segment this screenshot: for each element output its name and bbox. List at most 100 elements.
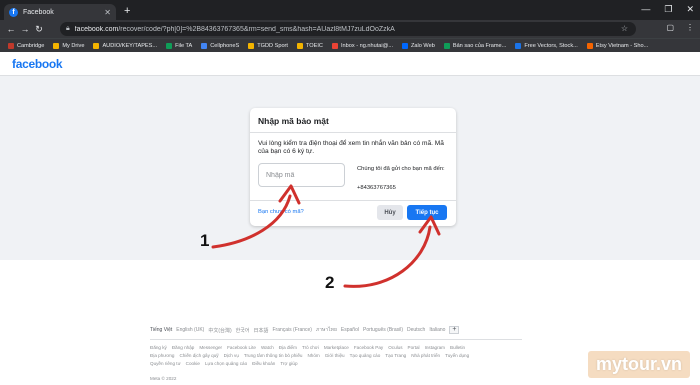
watermark-logo: mytour.vn bbox=[587, 351, 690, 378]
url-path: /recover/code/?ph[0]=%2B84363767365&rm=s… bbox=[118, 25, 395, 33]
language-link[interactable]: Deutsch bbox=[407, 327, 425, 333]
footer-link[interactable]: Trợ giúp bbox=[280, 360, 297, 368]
footer-links-row: Địa phương Chiến dịch gây quỹ Dịch vụ Trung… bbox=[150, 352, 550, 360]
extension-icon[interactable]: ▢ bbox=[666, 23, 674, 32]
language-link[interactable]: 日本語 bbox=[253, 327, 268, 334]
language-link[interactable]: Español bbox=[341, 327, 359, 333]
footer-link[interactable]: Điều khoản bbox=[252, 360, 275, 368]
security-code-input[interactable] bbox=[258, 163, 345, 187]
footer-links-row: Đăng ký Đăng nhập Messenger Facebook Lite Wa… bbox=[150, 344, 550, 352]
footer-link[interactable]: Marketplace bbox=[324, 344, 349, 352]
bookmark-item[interactable]: My Drive bbox=[53, 42, 84, 49]
bookmark-item[interactable]: TGDD Sport bbox=[248, 42, 288, 49]
footer-link[interactable]: Dịch vụ bbox=[224, 352, 239, 360]
browser-toolbar: ← → ↻ 🔒︎ facebook.com/recover/code/?ph[0… bbox=[0, 20, 700, 38]
language-link[interactable]: English (UK) bbox=[176, 327, 204, 333]
footer-link[interactable]: Instagram bbox=[425, 344, 445, 352]
language-link[interactable]: 中文(台灣) bbox=[208, 327, 231, 334]
bookmark-favicon-icon bbox=[296, 42, 303, 49]
bookmark-label: Etsy Vietnam - Sho... bbox=[595, 42, 649, 49]
facebook-logo[interactable]: facebook bbox=[12, 57, 63, 71]
restore-icon[interactable]: ❐ bbox=[664, 4, 672, 15]
language-link[interactable]: Português (Brasil) bbox=[363, 327, 403, 333]
bookmark-item[interactable]: Cambridge bbox=[8, 42, 45, 49]
footer-link[interactable]: Bulletin bbox=[450, 344, 465, 352]
bookmark-favicon-icon bbox=[53, 42, 60, 49]
bookmark-favicon-icon bbox=[93, 42, 100, 49]
footer-link[interactable]: Tạo Trang bbox=[385, 352, 406, 360]
lock-icon: 🔒︎ bbox=[66, 25, 70, 32]
language-link[interactable]: Français (France) bbox=[273, 327, 312, 333]
divider bbox=[250, 200, 456, 201]
bookmark-favicon-icon bbox=[402, 42, 408, 49]
footer-link[interactable]: Tạo quảng cáo bbox=[350, 352, 381, 360]
window-close-icon[interactable]: ✕ bbox=[686, 4, 694, 15]
bookmark-label: Cambridge bbox=[17, 42, 45, 49]
footer-link[interactable]: Lựa chọn quảng cáo bbox=[205, 360, 247, 368]
footer-link[interactable]: Cookie bbox=[186, 360, 200, 368]
footer-link[interactable]: Địa phương bbox=[150, 352, 174, 360]
bookmark-star-icon[interactable]: ☆ bbox=[621, 24, 628, 33]
language-link[interactable]: Tiếng Việt bbox=[150, 327, 172, 333]
cancel-button[interactable]: Hủy bbox=[377, 205, 403, 220]
footer-link[interactable]: Tuyển dụng bbox=[445, 352, 469, 360]
browser-tab[interactable]: f Facebook ✕ bbox=[4, 4, 116, 20]
footer-link[interactable]: Messenger bbox=[199, 344, 222, 352]
footer-link[interactable]: Đăng ký bbox=[150, 344, 167, 352]
divider bbox=[250, 132, 456, 133]
bookmark-label: File TA bbox=[175, 42, 193, 49]
footer-link[interactable]: Trung tâm thông tin bỏ phiếu bbox=[244, 352, 303, 360]
tab-close-icon[interactable]: ✕ bbox=[104, 8, 111, 17]
url-text: facebook.com/recover/code/?ph[0]=%2B8436… bbox=[75, 26, 395, 33]
bookmark-item[interactable]: Bản sao của Frame... bbox=[443, 42, 507, 49]
no-code-link[interactable]: Bạn chưa có mã? bbox=[258, 209, 304, 215]
bookmark-item[interactable]: Etsy Vietnam - Sho... bbox=[586, 42, 649, 49]
toolbar-right: ▢ ⋮ bbox=[666, 23, 694, 32]
bookmark-item[interactable]: Zalo Web bbox=[402, 42, 435, 49]
step-1-label: 1 bbox=[200, 231, 210, 250]
bookmark-item[interactable]: AUDIO/KEY/TAPES... bbox=[93, 42, 157, 49]
continue-button[interactable]: Tiếp tục bbox=[407, 205, 447, 220]
bookmark-favicon-icon bbox=[586, 42, 593, 49]
footer-link[interactable]: Facebook Lite bbox=[227, 344, 256, 352]
bookmark-favicon-icon bbox=[201, 42, 208, 49]
language-link[interactable]: ภาษาไทย bbox=[316, 326, 337, 334]
footer: Tiếng Việt English (UK) 中文(台灣) 한국어 日本語 França… bbox=[150, 326, 550, 381]
address-bar[interactable]: 🔒︎ facebook.com/recover/code/?ph[0]=%2B8… bbox=[60, 22, 636, 36]
menu-icon[interactable]: ⋮ bbox=[686, 23, 694, 32]
facebook-header: facebook bbox=[0, 52, 700, 76]
back-arrow-icon[interactable]: ← bbox=[4, 24, 18, 34]
bookmark-label: Bản sao của Frame... bbox=[452, 42, 507, 49]
footer-link[interactable]: Quyền riêng tư bbox=[150, 360, 181, 368]
reload-icon[interactable]: ↻ bbox=[32, 24, 46, 35]
footer-link[interactable]: Trò chơi bbox=[302, 344, 319, 352]
footer-link[interactable]: Nhà phát triển bbox=[411, 352, 440, 360]
bookmark-label: TGDD Sport bbox=[257, 42, 288, 49]
bookmark-favicon-icon bbox=[166, 42, 173, 49]
language-link[interactable]: 한국어 bbox=[236, 327, 250, 334]
bookmark-item[interactable]: TOEIC bbox=[296, 42, 323, 49]
bookmark-item[interactable]: CellphoneS bbox=[201, 42, 239, 49]
new-tab-button[interactable]: + bbox=[124, 5, 130, 17]
footer-divider bbox=[150, 339, 522, 340]
browser-tab-bar: f Facebook ✕ + — ❐ ✕ bbox=[0, 0, 700, 20]
footer-link[interactable]: Địa điểm bbox=[279, 344, 297, 352]
tab-title: Facebook bbox=[23, 8, 54, 16]
footer-link[interactable]: Watch bbox=[261, 344, 274, 352]
forward-arrow-icon[interactable]: → bbox=[18, 24, 32, 34]
language-link[interactable]: Italiano bbox=[429, 327, 445, 333]
footer-link[interactable]: Nhóm bbox=[307, 352, 319, 360]
footer-link[interactable]: Giới thiệu bbox=[325, 352, 345, 360]
add-language-button[interactable]: + bbox=[449, 326, 460, 334]
footer-link[interactable]: Portal bbox=[408, 344, 420, 352]
footer-link[interactable]: Đăng nhập bbox=[172, 344, 194, 352]
footer-link[interactable]: Chiến dịch gây quỹ bbox=[179, 352, 218, 360]
bookmark-item[interactable]: File TA bbox=[166, 42, 193, 49]
bookmark-item[interactable]: Free Vectors, Stock... bbox=[515, 42, 578, 49]
minimize-icon[interactable]: — bbox=[641, 4, 650, 15]
bookmark-item[interactable]: Inbox - ng.nhutai@... bbox=[331, 42, 393, 49]
footer-link[interactable]: Facebook Pay bbox=[354, 344, 383, 352]
window-controls: — ❐ ✕ bbox=[641, 4, 694, 15]
footer-link[interactable]: Oculus bbox=[388, 344, 402, 352]
bookmark-label: Inbox - ng.nhutai@... bbox=[340, 42, 393, 49]
